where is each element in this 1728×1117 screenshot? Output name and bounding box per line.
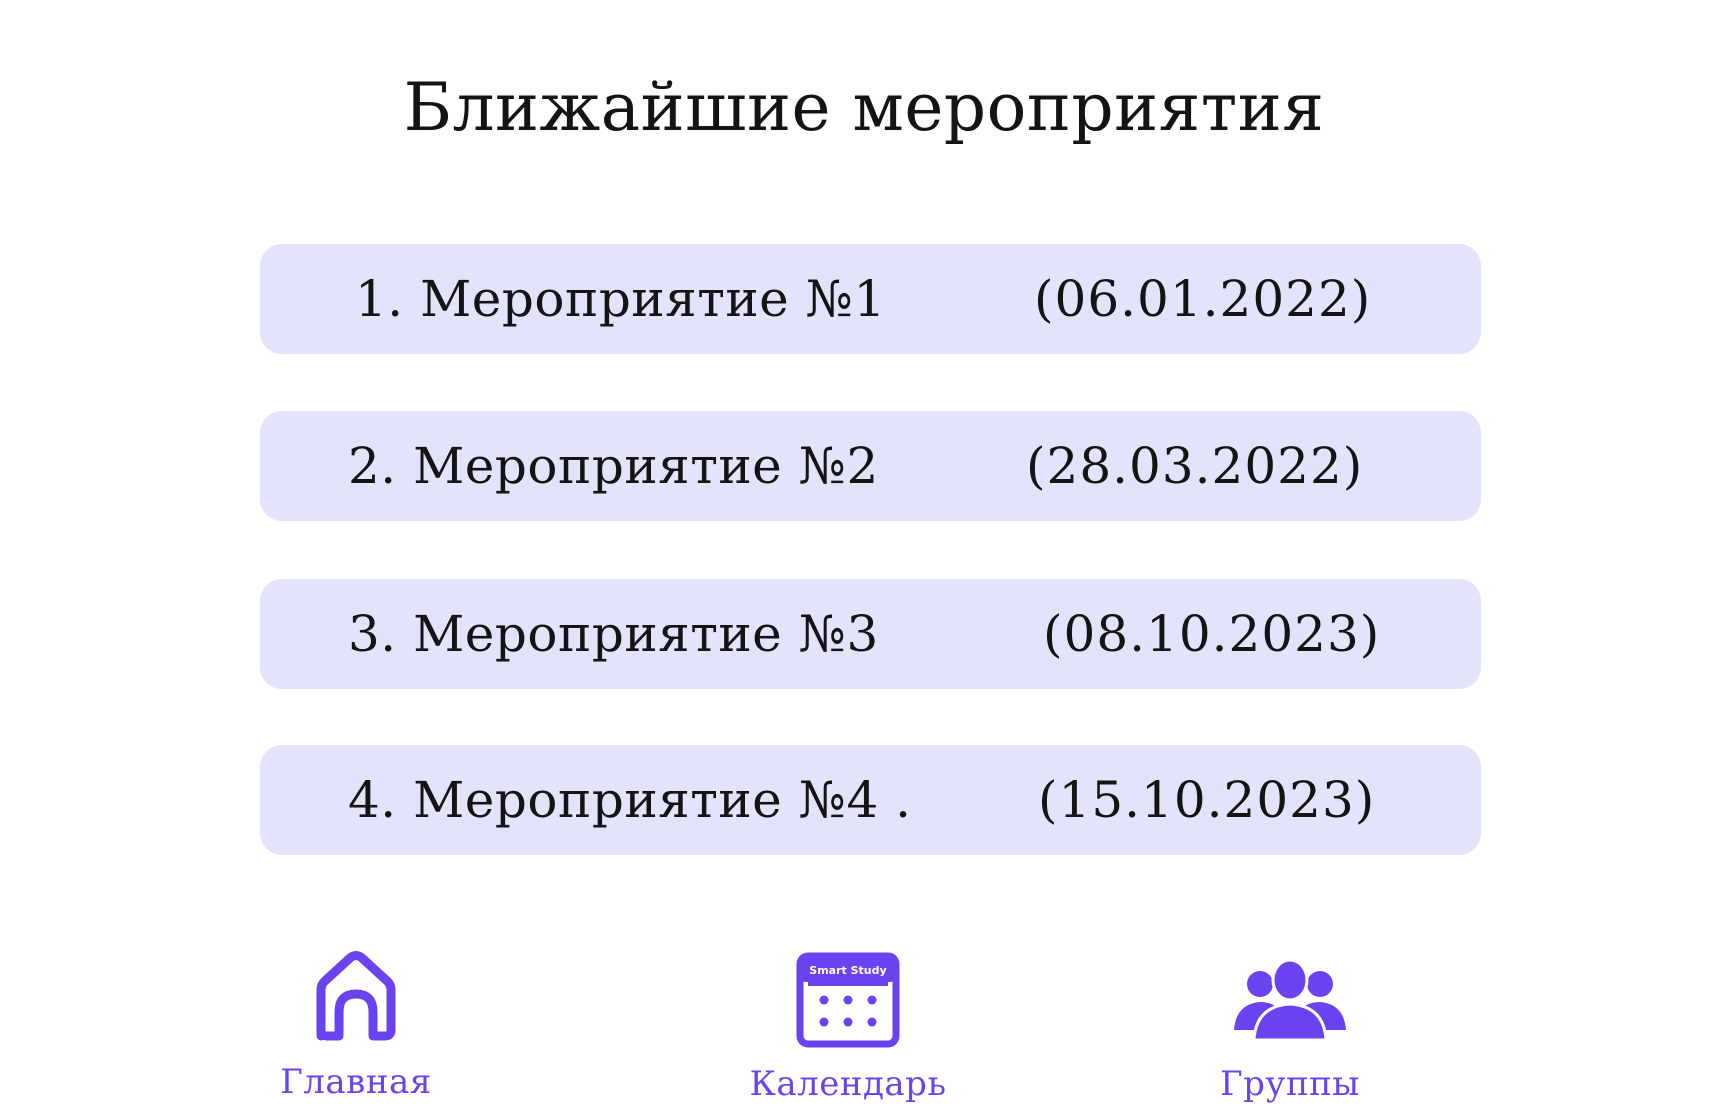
event-name: 3. Мероприятие №3	[348, 605, 879, 663]
event-date: (15.10.2023)	[1038, 771, 1376, 829]
nav-groups-button[interactable]: Группы	[1210, 958, 1370, 1104]
calendar-icon: Smart Study	[796, 952, 900, 1048]
nav-groups-label: Группы	[1220, 1064, 1360, 1104]
calendar-icon-text: Smart Study	[809, 964, 886, 977]
event-card-3[interactable]: 3. Мероприятие №3 (08.10.2023)	[260, 579, 1481, 689]
event-name: 4. Мероприятие №4 .	[348, 771, 912, 829]
page-title: Ближайшие мероприятия	[403, 69, 1325, 146]
nav-calendar-label: Календарь	[749, 1064, 947, 1104]
event-date: (08.10.2023)	[1043, 605, 1381, 663]
people-group-icon	[1234, 958, 1346, 1042]
nav-home-button[interactable]: Главная	[270, 946, 442, 1102]
bottom-nav: Главная Smart Study Календарь Группы	[0, 930, 1728, 1117]
event-card-1[interactable]: 1. Мероприятие №1 (06.01.2022)	[260, 244, 1481, 354]
event-name: 1. Мероприятие №1	[355, 270, 886, 328]
event-list: 1. Мероприятие №1 (06.01.2022) 2. Меропр…	[260, 244, 1481, 912]
event-card-4[interactable]: 4. Мероприятие №4 . (15.10.2023)	[260, 745, 1481, 855]
event-date: (28.03.2022)	[1026, 437, 1364, 495]
event-name: 2. Мероприятие №2	[348, 437, 879, 495]
house-icon	[316, 951, 396, 1041]
event-date: (06.01.2022)	[1034, 270, 1372, 328]
nav-calendar-button[interactable]: Smart Study Календарь	[748, 952, 948, 1104]
nav-home-label: Главная	[280, 1062, 432, 1102]
event-card-2[interactable]: 2. Мероприятие №2 (28.03.2022)	[260, 411, 1481, 521]
